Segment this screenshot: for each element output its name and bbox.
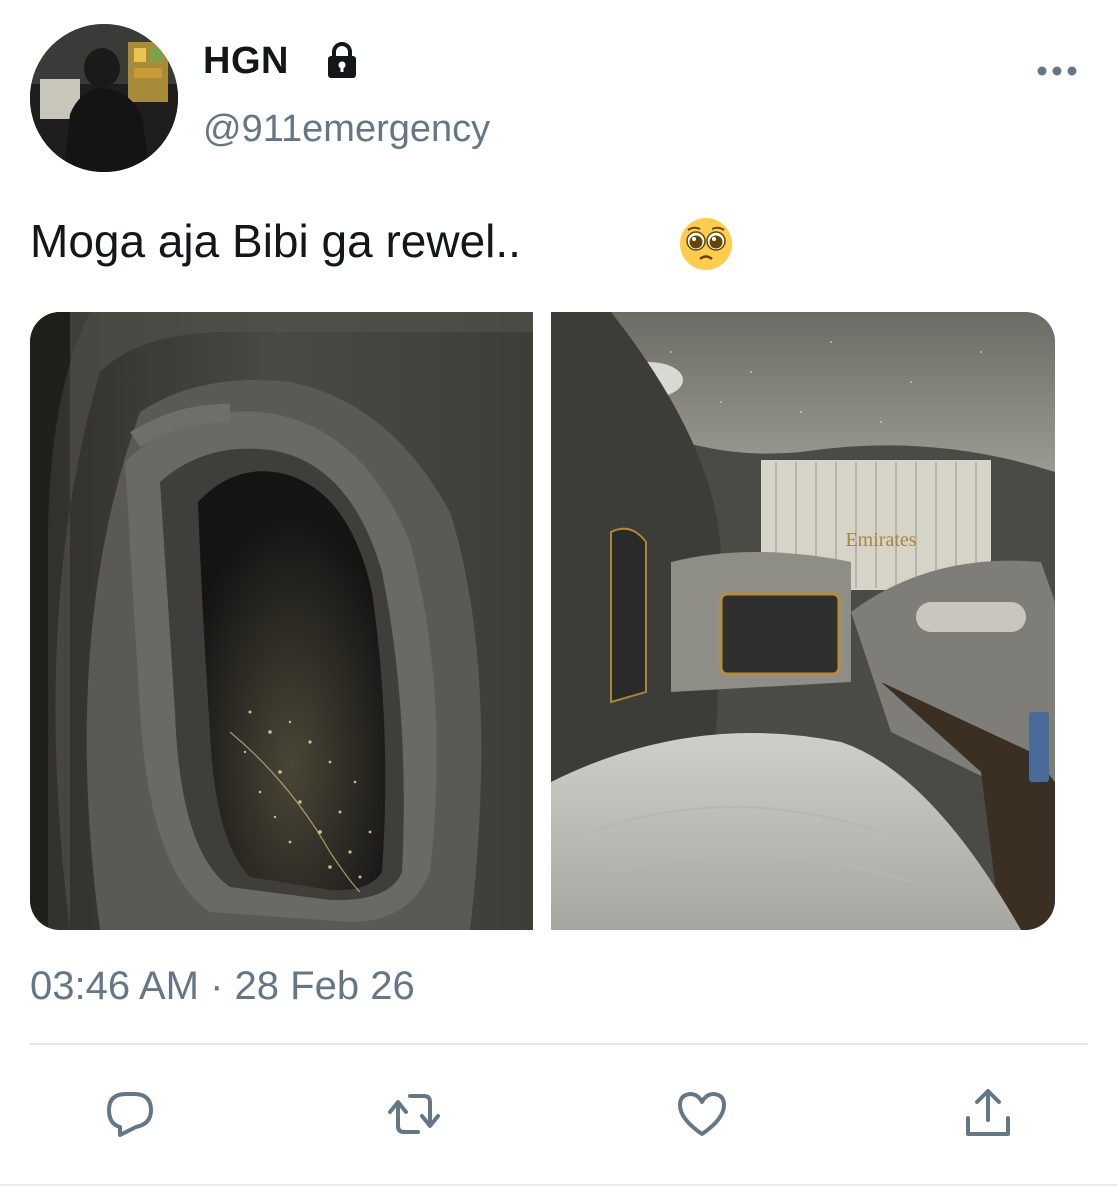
share-button[interactable] — [960, 1086, 1016, 1142]
reply-icon — [107, 1092, 153, 1137]
emirates-logo: Emirates — [845, 529, 916, 551]
avatar-image — [30, 24, 178, 172]
more-options-icon[interactable] — [1036, 60, 1078, 82]
retweet-button[interactable] — [386, 1086, 442, 1142]
lock-icon — [328, 42, 356, 78]
tweet-text: Moga aja Bibi ga rewel.. — [30, 215, 521, 267]
pleading-face-emoji — [680, 218, 732, 270]
tweet-timestamp[interactable]: 03:46 AM · 28 Feb 26 — [30, 964, 415, 1009]
heart-icon — [678, 1092, 726, 1136]
emirates-first-class-suite-photo[interactable]: Emirates — [551, 312, 1055, 930]
divider — [30, 1043, 1088, 1045]
reply-button[interactable] — [102, 1086, 158, 1142]
user-handle[interactable]: @911emergency — [203, 108, 490, 151]
avatar[interactable] — [30, 24, 178, 172]
retweet-icon — [388, 1094, 440, 1134]
airplane-window-night-city-photo[interactable] — [30, 312, 533, 930]
display-name[interactable]: HGN — [203, 40, 289, 83]
share-icon — [966, 1089, 1010, 1136]
like-button[interactable] — [674, 1086, 730, 1142]
bottom-divider — [0, 1184, 1117, 1186]
